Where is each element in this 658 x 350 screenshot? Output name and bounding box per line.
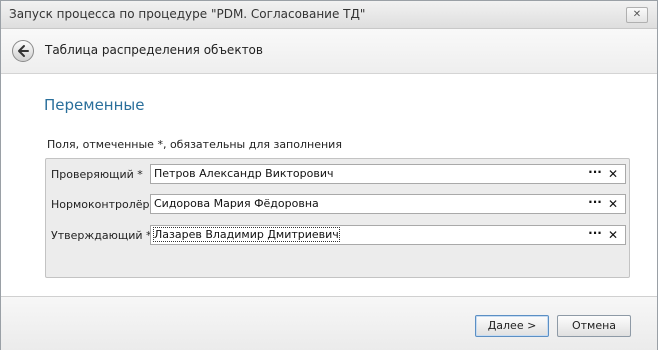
dialog-footer: Далее > Отмена xyxy=(1,296,657,350)
back-button[interactable] xyxy=(12,40,34,62)
field-buttons: ··· ✕ xyxy=(587,195,623,213)
cancel-button[interactable]: Отмена xyxy=(557,315,631,337)
field-label: Проверяющий * xyxy=(51,168,143,181)
field-value: Сидорова Мария Фёдоровна xyxy=(154,197,319,210)
field-row-reviewer: Проверяющий * Петров Александр Викторови… xyxy=(46,164,629,186)
field-row-approver: Утверждающий * Лазарев Владимир Дмитриев… xyxy=(46,225,629,247)
approver-field[interactable]: Лазарев Владимир Дмитриевич ··· ✕ xyxy=(150,225,626,245)
title-bar: Запуск процесса по процедуре "PDM. Согла… xyxy=(1,1,657,29)
arrow-left-icon xyxy=(18,45,29,57)
clear-icon[interactable]: ✕ xyxy=(605,226,621,244)
field-label: Нормоконтролёр * xyxy=(51,198,159,211)
field-row-normcontroller: Нормоконтролёр * Сидорова Мария Фёдоровн… xyxy=(46,194,629,216)
field-buttons: ··· ✕ xyxy=(587,165,623,183)
section-title: Переменные xyxy=(44,96,145,114)
normcontroller-field[interactable]: Сидорова Мария Фёдоровна ··· ✕ xyxy=(150,194,626,214)
browse-button[interactable]: ··· xyxy=(587,226,603,244)
clear-icon[interactable]: ✕ xyxy=(605,165,621,183)
dialog-window: Запуск процесса по процедуре "PDM. Согла… xyxy=(0,0,658,350)
field-buttons: ··· ✕ xyxy=(587,226,623,244)
required-fields-hint: Поля, отмеченные *, обязательны для запо… xyxy=(47,138,342,151)
nav-title: Таблица распределения объектов xyxy=(45,43,263,57)
close-icon: ✕ xyxy=(632,9,642,20)
window-title: Запуск процесса по процедуре "PDM. Согла… xyxy=(9,7,366,21)
field-value: Лазарев Владимир Дмитриевич xyxy=(153,227,340,242)
clear-icon[interactable]: ✕ xyxy=(605,195,621,213)
field-label: Утверждающий * xyxy=(51,229,152,242)
close-button[interactable]: ✕ xyxy=(626,7,648,23)
navigation-bar: Таблица распределения объектов xyxy=(1,29,657,74)
browse-button[interactable]: ··· xyxy=(587,195,603,213)
browse-button[interactable]: ··· xyxy=(587,165,603,183)
reviewer-field[interactable]: Петров Александр Викторович ··· ✕ xyxy=(150,164,626,184)
field-value: Петров Александр Викторович xyxy=(154,167,334,180)
main-content: Переменные Поля, отмеченные *, обязатель… xyxy=(1,74,657,295)
next-button[interactable]: Далее > xyxy=(475,315,549,337)
variables-panel: Проверяющий * Петров Александр Викторови… xyxy=(45,158,630,278)
